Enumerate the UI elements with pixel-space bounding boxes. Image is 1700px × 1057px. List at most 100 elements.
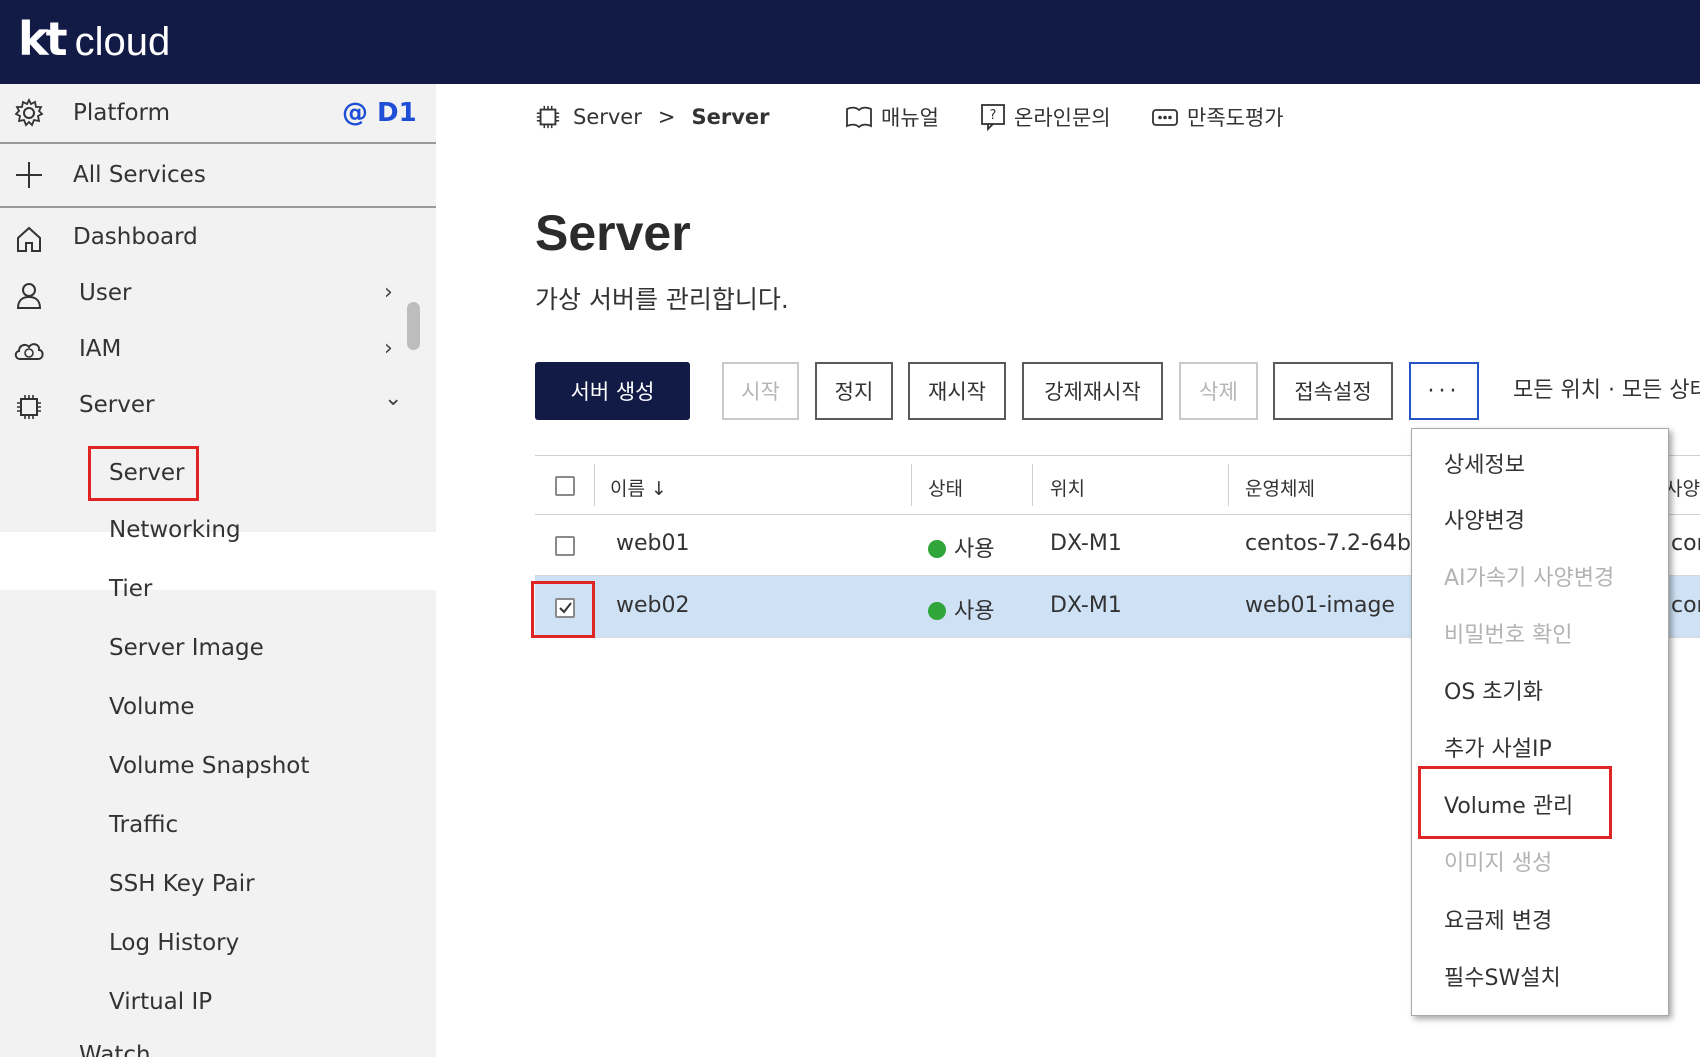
access-settings-button[interactable]: 접속설정 — [1273, 362, 1393, 420]
sidebar-item-watch[interactable]: Watch — [0, 1042, 436, 1057]
menu-item-change-spec[interactable]: 사양변경 — [1444, 503, 1525, 535]
breadcrumb: Server > Server — [535, 104, 770, 130]
highlight-box — [88, 446, 199, 501]
chevron-right-icon: › — [384, 336, 393, 361]
manual-link[interactable]: 매뉴얼 — [845, 102, 939, 132]
platform-selector[interactable]: Platform @ D1 — [0, 84, 436, 144]
column-header-status[interactable]: 상태 — [928, 474, 963, 501]
plus-icon — [12, 158, 46, 192]
column-header-spec[interactable]: 사양 — [1665, 474, 1700, 501]
chevron-right-icon: › — [384, 280, 393, 305]
column-header-name[interactable]: 이름 ↓ — [610, 474, 667, 501]
top-navigation-bar: kt cloud — [0, 0, 1700, 84]
highlight-box — [531, 581, 595, 638]
cell-name: web01 — [616, 531, 690, 556]
user-icon — [12, 278, 46, 312]
gear-icon — [12, 96, 46, 130]
sidebar-subitem-server-image[interactable]: Server Image — [109, 635, 264, 661]
sidebar-item-label: Watch — [79, 1042, 151, 1057]
cell-os: centos-7.2-64bit — [1245, 531, 1426, 556]
select-all-checkbox[interactable] — [555, 476, 575, 496]
all-services-item[interactable]: All Services — [0, 144, 436, 206]
sidebar-subitem-traffic[interactable]: Traffic — [109, 812, 178, 838]
svg-text:?: ? — [990, 108, 997, 123]
breadcrumb-current: Server — [691, 105, 770, 129]
menu-item-additional-ip[interactable]: 추가 사설IP — [1444, 731, 1552, 763]
cell-status: 사용 — [928, 531, 994, 563]
breadcrumb-parent[interactable]: Server — [573, 105, 642, 129]
sidebar-subitem-networking[interactable]: Networking — [109, 517, 241, 543]
column-divider — [1032, 464, 1033, 506]
question-icon: ? — [980, 103, 1006, 131]
restart-button[interactable]: 재시작 — [908, 362, 1006, 420]
sidebar: Platform @ D1 All Services Dashboard Use… — [0, 84, 436, 1057]
menu-item-change-plan[interactable]: 요금제 변경 — [1444, 903, 1552, 935]
column-divider — [911, 464, 912, 506]
page-title: Server — [535, 205, 691, 261]
cell-name: web02 — [616, 593, 690, 618]
breadcrumb-separator: > — [657, 105, 676, 129]
stop-button[interactable]: 정지 — [815, 362, 893, 420]
divider — [0, 206, 436, 208]
chat-icon — [1151, 106, 1179, 128]
all-services-label: All Services — [73, 162, 206, 188]
cell-os: web01-image — [1245, 593, 1395, 618]
column-divider — [594, 464, 595, 506]
status-dot-icon — [928, 540, 946, 558]
chip-icon — [12, 390, 46, 424]
cloud-icon — [12, 334, 46, 368]
manual-label: 매뉴얼 — [881, 106, 939, 130]
status-text: 사용 — [954, 537, 995, 562]
sidebar-subitem-ssh-key-pair[interactable]: SSH Key Pair — [109, 871, 255, 897]
status-dot-icon — [928, 602, 946, 620]
more-actions-button[interactable]: ··· — [1409, 362, 1479, 420]
sidebar-subitem-log-history[interactable]: Log History — [109, 930, 239, 956]
status-text: 사용 — [954, 599, 995, 624]
page-description: 가상 서버를 관리합니다. — [535, 285, 789, 314]
survey-link[interactable]: 만족도평가 — [1151, 102, 1284, 132]
home-icon — [12, 222, 46, 256]
filter-summary[interactable]: 모든 위치 · 모든 상태 — [1513, 372, 1700, 404]
survey-label: 만족도평가 — [1187, 106, 1284, 130]
menu-item-install-sw[interactable]: 필수SW설치 — [1444, 960, 1561, 992]
cell-status: 사용 — [928, 593, 994, 625]
row-checkbox[interactable] — [555, 536, 575, 556]
highlight-box — [1418, 766, 1612, 839]
online-inquiry-label: 온라인문의 — [1014, 106, 1111, 130]
cell-location: DX-M1 — [1050, 593, 1122, 618]
menu-item-details[interactable]: 상세정보 — [1444, 447, 1525, 479]
sidebar-item-label: User — [79, 280, 132, 306]
column-header-location[interactable]: 위치 — [1050, 474, 1085, 501]
sidebar-item-dashboard[interactable]: Dashboard — [0, 212, 436, 264]
sidebar-subitem-virtual-ip[interactable]: Virtual IP — [109, 989, 212, 1015]
more-actions-menu: 상세정보 사양변경 AI가속기 사양변경 비밀번호 확인 OS 초기화 추가 사… — [1411, 428, 1669, 1016]
menu-item-create-image[interactable]: 이미지 생성 — [1444, 845, 1552, 877]
sidebar-subitem-volume-snapshot[interactable]: Volume Snapshot — [109, 753, 309, 779]
force-restart-button[interactable]: 강제재시작 — [1022, 362, 1163, 420]
cell-location: DX-M1 — [1050, 531, 1122, 556]
chip-icon — [535, 104, 561, 130]
platform-label: Platform — [73, 100, 170, 126]
logo-cloud: cloud — [74, 20, 171, 64]
sidebar-item-label: IAM — [79, 336, 122, 362]
sidebar-item-user[interactable]: User › — [0, 268, 436, 320]
column-divider — [1228, 464, 1229, 506]
delete-button[interactable]: 삭제 — [1179, 362, 1258, 420]
sidebar-subitem-tier[interactable]: Tier — [109, 576, 152, 602]
column-header-os[interactable]: 운영체제 — [1245, 474, 1315, 501]
sidebar-item-label: Server — [79, 392, 155, 418]
kt-cloud-logo[interactable]: kt cloud — [18, 12, 170, 66]
book-icon — [845, 105, 873, 129]
chevron-down-icon: ⌄ — [384, 386, 403, 411]
menu-item-check-password[interactable]: 비밀번호 확인 — [1444, 617, 1572, 649]
platform-zone: @ D1 — [342, 98, 417, 128]
create-server-button[interactable]: 서버 생성 — [535, 362, 690, 420]
start-button[interactable]: 시작 — [722, 362, 799, 420]
online-inquiry-link[interactable]: ? 온라인문의 — [980, 102, 1111, 132]
sidebar-item-server[interactable]: Server ⌄ — [0, 380, 436, 432]
menu-item-os-reset[interactable]: OS 초기화 — [1444, 674, 1543, 706]
sidebar-subitem-volume[interactable]: Volume — [109, 694, 195, 720]
menu-item-ai-accelerator[interactable]: AI가속기 사양변경 — [1444, 560, 1614, 592]
sidebar-item-iam[interactable]: IAM › — [0, 324, 436, 376]
logo-kt: kt — [18, 12, 68, 66]
